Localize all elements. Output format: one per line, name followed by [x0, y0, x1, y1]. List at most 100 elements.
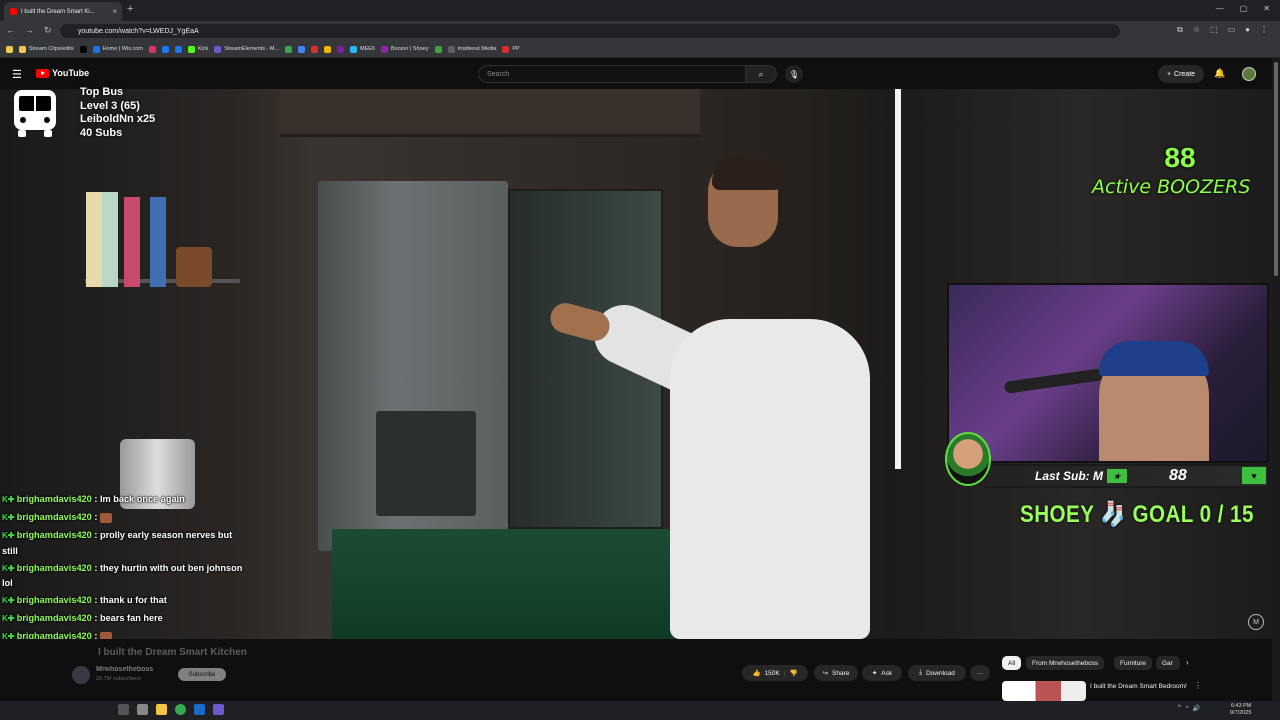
bookmark-favicon-icon — [214, 45, 222, 53]
tab-close-icon[interactable]: × — [112, 7, 117, 16]
system-tray: ^ ◔ 🔊 — [1178, 705, 1200, 712]
thumbs-down-icon[interactable]: 👎 — [789, 669, 797, 677]
recommended-menu-icon[interactable]: ⋮ — [1194, 681, 1202, 690]
menu-hamburger-icon[interactable]: ☰ — [12, 68, 22, 81]
sidepanel-icon[interactable]: ▭ — [1228, 25, 1236, 35]
taskbar-obs-icon[interactable] — [213, 704, 224, 715]
account-avatar[interactable] — [1242, 67, 1256, 81]
last-sub-count: 88 — [1169, 467, 1187, 484]
like-count: 150K — [764, 669, 780, 677]
filter-chip-all[interactable]: All — [1002, 656, 1022, 670]
bookmark-favicon-icon — [148, 45, 156, 53]
taskbar-search-icon[interactable] — [118, 704, 129, 715]
volume-icon[interactable]: 🔊 — [1192, 705, 1199, 712]
create-button[interactable]: + Create — [1158, 65, 1204, 83]
bookmark-item[interactable] — [434, 45, 442, 53]
bookmark-favicon-icon — [434, 45, 442, 53]
search-input[interactable]: Search — [478, 65, 746, 83]
cast-icon[interactable]: ⧉ — [1177, 25, 1183, 35]
system-clock[interactable]: 6:43 PM 9/7/2025 — [1230, 703, 1251, 717]
like-dislike-button[interactable]: 👍 150K | 👎 — [742, 665, 808, 681]
bookmark-item[interactable]: Home | Wix.com — [92, 45, 143, 53]
minimize-icon[interactable]: — — [1216, 4, 1224, 13]
filter-chip-gar[interactable]: Gar — [1156, 656, 1180, 670]
bookmark-item[interactable] — [324, 45, 331, 53]
bookmark-item[interactable] — [6, 45, 13, 53]
bookmark-item[interactable] — [311, 45, 318, 53]
forward-icon[interactable]: → — [25, 25, 34, 36]
chat-username: brighamdavis420 — [16, 613, 92, 623]
bookmark-item[interactable] — [79, 45, 87, 53]
url-input[interactable]: youtube.com/watch?v=LWEDJ_YgEaA — [60, 24, 1120, 38]
bookmark-label: PP — [512, 46, 520, 52]
chat-badge-icon: K✚ — [2, 614, 17, 623]
filter-chip-channel[interactable]: From Mrwhosetheboss — [1026, 656, 1105, 670]
bookmark-item[interactable]: Boozer | Shoey — [380, 45, 429, 53]
ask-button[interactable]: ✦ Ask — [862, 665, 902, 681]
close-window-icon[interactable]: ✕ — [1263, 4, 1270, 13]
bookmark-item[interactable]: Kick — [187, 45, 209, 53]
chevron-right-icon[interactable]: › — [1186, 658, 1189, 667]
webcam-microphone — [1003, 368, 1105, 394]
bookmark-item[interactable] — [174, 45, 182, 53]
bookmark-item[interactable]: MEE6 — [350, 45, 375, 53]
youtube-logo[interactable]: YouTube — [36, 68, 89, 78]
wifi-icon[interactable]: ◔ — [1185, 705, 1189, 712]
bookmark-favicon-icon — [350, 45, 357, 53]
subscribe-button[interactable]: Subscribe — [178, 668, 226, 681]
bookmark-favicon-icon — [380, 45, 388, 53]
scrollbar-thumb[interactable] — [1274, 62, 1278, 276]
share-button[interactable]: ↪ Share — [814, 665, 858, 681]
bookmark-item[interactable] — [285, 45, 292, 53]
bookmark-favicon-icon — [161, 45, 169, 53]
channel-subscribers: 20.7M subscribers — [96, 676, 141, 682]
browser-tab-youtube[interactable]: I built the Dream Smart Ki... × — [4, 2, 122, 21]
recommended-title[interactable]: I built the Dream Smart Bedroom! — [1090, 682, 1190, 691]
tray-chevron-icon[interactable]: ^ — [1178, 705, 1181, 712]
bookmark-label: StreamElements - M... — [224, 46, 279, 52]
bookmark-item[interactable]: Insideout Media — [447, 45, 496, 53]
download-label: Download — [925, 669, 955, 677]
back-icon[interactable]: ← — [6, 25, 15, 36]
download-button[interactable]: ⤓ Download — [908, 665, 966, 681]
profile-icon[interactable]: ● — [1245, 25, 1250, 35]
channel-name[interactable]: Mrwhosetheboss — [96, 666, 153, 673]
bookmark-item[interactable] — [148, 45, 156, 53]
taskbar-chrome-icon[interactable] — [175, 704, 186, 715]
chat-message: K✚ brighamdavis420 : thank u for that — [2, 595, 167, 605]
channel-avatar[interactable] — [72, 666, 90, 684]
video-scene-person-body — [670, 319, 870, 639]
video-scene-water-dispenser — [376, 411, 476, 516]
browser-menu-icon[interactable]: ⋮ — [1260, 25, 1268, 35]
bookmark-item[interactable]: PP — [502, 45, 520, 53]
extensions-icon[interactable]: ⬚ — [1210, 25, 1218, 35]
thumbs-up-icon: 👍 — [752, 670, 761, 677]
bookmark-favicon-icon — [298, 45, 305, 53]
bookmark-item[interactable]: Stream Clips/edits — [19, 45, 74, 53]
webcam-bandana — [1099, 341, 1209, 376]
bookmark-star-icon[interactable]: ☆ — [1193, 25, 1200, 35]
maximize-icon[interactable]: ▢ — [1240, 4, 1248, 13]
youtube-logo-text: YouTube — [52, 68, 90, 78]
taskbar-explorer-icon[interactable] — [156, 704, 167, 715]
more-actions-button[interactable]: ··· — [970, 665, 990, 681]
filter-chip-furniture[interactable]: Furniture — [1114, 656, 1153, 670]
search-button[interactable]: ⌕ — [745, 65, 777, 83]
voice-search-button[interactable]: 🎙 — [785, 65, 803, 83]
bookmark-label: Kick — [197, 46, 209, 52]
reload-icon[interactable]: ↻ — [44, 25, 52, 36]
bookmark-favicon-icon — [285, 45, 292, 53]
youtube-play-icon — [36, 68, 49, 78]
taskbar-steam-icon[interactable] — [194, 704, 205, 715]
new-tab-button[interactable]: + — [127, 3, 133, 15]
bookmark-item[interactable] — [161, 45, 169, 53]
clock-time: 6:43 PM — [1230, 703, 1252, 709]
bookmark-item[interactable] — [298, 45, 305, 53]
bookmark-favicon-icon — [19, 45, 26, 53]
notifications-bell-icon[interactable]: 🔔 — [1214, 68, 1225, 79]
bookmark-item[interactable]: StreamElements - M... — [214, 45, 279, 53]
taskbar-taskview-icon[interactable] — [137, 704, 148, 715]
recommended-thumbnail[interactable] — [1002, 681, 1086, 701]
bookmark-item[interactable] — [337, 45, 344, 53]
chat-username: brighamdavis420 — [16, 530, 92, 540]
